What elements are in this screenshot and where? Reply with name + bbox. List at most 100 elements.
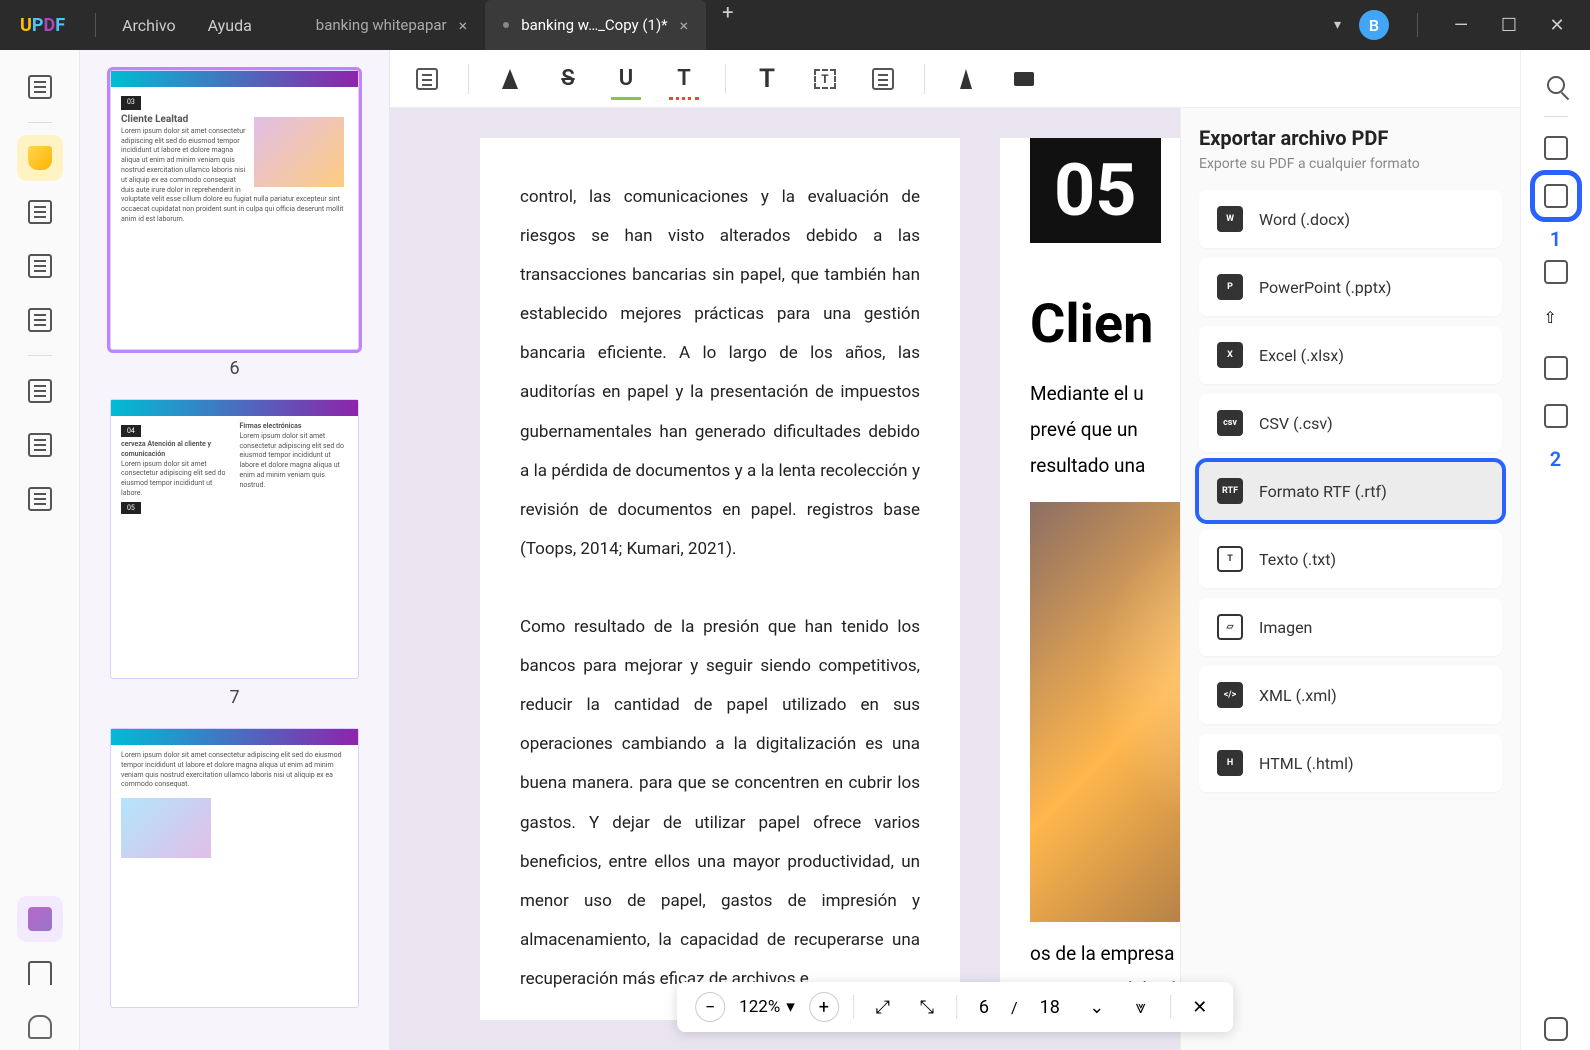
tab-inactive[interactable]: banking whitepapar × <box>298 0 485 50</box>
export-icon <box>1544 184 1568 208</box>
layers-button[interactable] <box>17 896 63 942</box>
export-text[interactable]: TTexto (.txt) <box>1199 530 1502 588</box>
comment-mode-button[interactable] <box>17 135 63 181</box>
export-rtf[interactable]: RTFFormato RTF (.rtf) <box>1199 462 1502 520</box>
share-button[interactable]: ⇧ <box>1535 299 1577 341</box>
fit-page-button[interactable]: ⤢ <box>868 992 898 1022</box>
section-badge: 05 <box>1030 138 1161 243</box>
watermark-icon <box>28 487 52 511</box>
ocr-button[interactable] <box>1535 127 1577 169</box>
form-icon <box>28 308 52 332</box>
crop-icon <box>28 433 52 457</box>
export-label: PowerPoint (.pptx) <box>1259 278 1392 297</box>
highlight-tool[interactable] <box>493 62 527 96</box>
right-rail: 1 ⇧ 2 <box>1520 50 1590 1050</box>
reader-mode-button[interactable] <box>17 64 63 110</box>
organize-mode-button[interactable] <box>17 243 63 289</box>
export-button[interactable] <box>1535 175 1577 217</box>
thumbnail-page-7[interactable]: 04 cerveza Atención al cliente y comunic… <box>110 399 359 679</box>
maximize-button[interactable]: ☐ <box>1494 15 1524 36</box>
pencil-icon <box>960 69 972 89</box>
divider <box>853 995 854 1019</box>
badge: 04 <box>121 425 141 437</box>
squiggly-tool[interactable]: T <box>667 62 701 96</box>
save-icon <box>1544 404 1568 428</box>
tab-active[interactable]: banking w…_Copy (1)* × <box>485 0 706 50</box>
layers-icon <box>28 907 52 931</box>
thumb-heading: Firmas electrónicas <box>240 422 349 432</box>
note-icon <box>416 68 438 90</box>
email-button[interactable] <box>1535 347 1577 389</box>
edit-mode-button[interactable] <box>17 189 63 235</box>
comments-button[interactable] <box>1535 1008 1577 1050</box>
export-label: Formato RTF (.rtf) <box>1259 482 1387 501</box>
export-xml[interactable]: </>XML (.xml) <box>1199 666 1502 724</box>
txt-icon: T <box>1217 546 1243 572</box>
add-tab-button[interactable]: + <box>706 0 749 50</box>
watermark-button[interactable] <box>17 476 63 522</box>
save-button[interactable] <box>1535 395 1577 437</box>
thumbnail-page-8[interactable]: Lorem ipsum dolor sit amet consectetur a… <box>110 728 359 1008</box>
minimize-button[interactable]: — <box>1446 15 1476 36</box>
underline-tool[interactable]: U <box>609 62 643 96</box>
divider <box>28 355 52 356</box>
app-body: 03 Cliente Lealtad Lorem ipsum dolor sit… <box>0 50 1590 1050</box>
search-button[interactable] <box>1535 64 1577 106</box>
export-label: CSV (.csv) <box>1259 414 1333 433</box>
zoom-in-button[interactable]: + <box>809 992 839 1022</box>
callout-tool[interactable] <box>866 62 900 96</box>
attachment-button[interactable] <box>17 1004 63 1050</box>
close-icon[interactable]: × <box>459 16 468 35</box>
close-bar-button[interactable]: ✕ <box>1185 992 1215 1022</box>
last-page-button[interactable]: ⩔ <box>1126 992 1156 1022</box>
thumbnail-panel: 03 Cliente Lealtad Lorem ipsum dolor sit… <box>80 50 390 1050</box>
export-title: Exportar archivo PDF <box>1199 126 1502 150</box>
annotation-toolbar: S U T T T <box>390 50 1520 108</box>
pencil-tool[interactable] <box>949 62 983 96</box>
left-rail <box>0 50 80 1050</box>
thumb-heading: cerveza Atención al cliente y comunicaci… <box>121 440 230 460</box>
convert-button[interactable] <box>1535 251 1577 293</box>
zoom-out-button[interactable]: − <box>695 992 725 1022</box>
avatar[interactable]: B <box>1359 10 1389 40</box>
close-icon[interactable]: × <box>680 16 689 35</box>
tabs: banking whitepapar × banking w…_Copy (1)… <box>298 0 750 50</box>
comment-icon <box>1544 1017 1568 1041</box>
next-page-button[interactable]: ⌄ <box>1082 992 1112 1022</box>
chevron-down-icon[interactable]: ▾ <box>1334 17 1341 33</box>
form-mode-button[interactable] <box>17 297 63 343</box>
close-button[interactable]: ✕ <box>1542 15 1572 36</box>
highlight-icon <box>502 69 518 89</box>
crop-button[interactable] <box>17 422 63 468</box>
export-image[interactable]: ▱Imagen <box>1199 598 1502 656</box>
fit-width-button[interactable]: ⤡ <box>912 992 942 1022</box>
strikethrough-tool[interactable]: S <box>551 62 585 96</box>
export-subtitle: Exporte su PDF a cualquier formato <box>1199 156 1502 172</box>
bookmark-button[interactable] <box>17 950 63 996</box>
divider <box>1544 116 1568 117</box>
dropdown-dot-icon[interactable] <box>503 22 509 28</box>
eraser-tool[interactable] <box>1007 62 1041 96</box>
export-csv[interactable]: csvCSV (.csv) <box>1199 394 1502 452</box>
export-label: XML (.xml) <box>1259 686 1337 705</box>
tab-label: banking w…_Copy (1)* <box>521 16 667 34</box>
zoom-text: 122% <box>739 997 780 1017</box>
textbox-tool[interactable]: T <box>808 62 842 96</box>
page-current[interactable]: 6 <box>971 997 997 1018</box>
thumbnail-number: 6 <box>110 358 359 379</box>
page-tools-button[interactable] <box>17 368 63 414</box>
export-html[interactable]: HHTML (.html) <box>1199 734 1502 792</box>
thumb-image <box>254 117 344 187</box>
export-powerpoint[interactable]: PPowerPoint (.pptx) <box>1199 258 1502 316</box>
menu-file[interactable]: Archivo <box>106 16 192 35</box>
text-tool[interactable]: T <box>750 62 784 96</box>
menu-help[interactable]: Ayuda <box>192 16 268 35</box>
note-tool[interactable] <box>410 62 444 96</box>
thumbnail-page-6[interactable]: 03 Cliente Lealtad Lorem ipsum dolor sit… <box>110 70 359 350</box>
zoom-value[interactable]: 122% ▾ <box>739 997 795 1017</box>
export-excel[interactable]: XExcel (.xlsx) <box>1199 326 1502 384</box>
annotation-2: 2 <box>1550 447 1561 471</box>
export-word[interactable]: WWord (.docx) <box>1199 190 1502 248</box>
badge: 03 <box>121 96 141 110</box>
callout-icon <box>872 68 894 90</box>
